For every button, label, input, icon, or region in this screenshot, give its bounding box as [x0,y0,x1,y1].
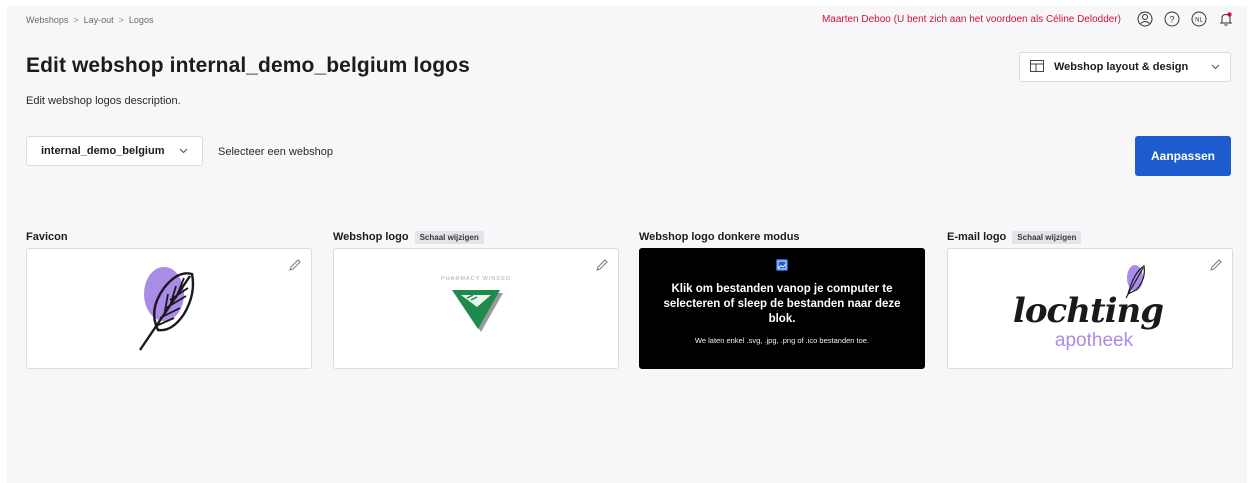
dark-logo-label: Webshop logo donkere modus [639,231,800,243]
webshop-select[interactable]: internal_demo_belgium [26,136,203,166]
dark-logo-section: Webshop logo donkere modus Klik om besta… [639,230,925,369]
dark-logo-dropzone[interactable]: Klik om bestanden vanop je computer te s… [639,248,925,369]
favicon-label: Favicon [26,231,68,243]
image-upload-icon [775,258,789,272]
leaf-logo-icon [134,260,204,357]
help-icon[interactable]: ? [1163,10,1181,28]
breadcrumb-webshops[interactable]: Webshops [26,15,68,25]
favicon-section: Favicon [26,230,312,369]
top-icons: ? NL [1136,10,1235,28]
lochting-logo-icon: lochting apotheek [1010,258,1170,359]
dropzone-instructions: Klik om bestanden vanop je computer te s… [663,283,901,325]
page-description: Edit webshop logos description. [26,95,181,107]
top-bar: Webshops > Lay-out > Logos Maarten Deboo… [7,6,1247,34]
email-logo-section: E-mail logo Schaal wijzigen lochting apo… [947,230,1233,369]
page-title: Edit webshop internal_demo_belgium logos [26,54,470,77]
edit-pencil-icon[interactable] [595,258,609,272]
breadcrumb-layout[interactable]: Lay-out [84,15,114,25]
webshop-logo-card[interactable]: PHARMACY WINDED [333,248,619,369]
edit-pencil-icon[interactable] [1209,258,1223,272]
layout-design-dropdown[interactable]: Webshop layout & design [1019,52,1231,82]
edit-pencil-icon[interactable] [288,258,302,272]
email-logo-card[interactable]: lochting apotheek [947,248,1233,369]
notification-bell-icon[interactable] [1217,10,1235,28]
page: Webshops > Lay-out > Logos Maarten Deboo… [7,6,1247,483]
breadcrumb-separator: > [73,15,79,25]
impersonation-notice[interactable]: Maarten Deboo (U bent zich aan het voord… [822,14,1121,25]
webshop-logo-section: Webshop logo Schaal wijzigen PHARMACY WI… [333,230,619,369]
favicon-card[interactable] [26,248,312,369]
dropzone-file-types: We laten enkel .svg, .jpg, .png of .ico … [694,336,870,345]
layout-design-label: Webshop layout & design [1054,61,1189,73]
layout-icon [1030,59,1044,75]
webshop-select-hint: Selecteer een webshop [218,146,333,158]
breadcrumb-separator: > [118,15,124,25]
webshop-logo-scale-badge[interactable]: Schaal wijzigen [414,230,484,244]
email-logo-label: E-mail logo [947,231,1007,243]
pharmacy-logo-text: PHARMACY WINDED [441,276,511,282]
language-icon[interactable]: NL [1190,10,1208,28]
language-code: NL [1195,18,1203,24]
breadcrumb: Webshops > Lay-out > Logos [26,15,153,25]
webshop-logo-label: Webshop logo [333,231,409,243]
email-logo-scale-badge[interactable]: Schaal wijzigen [1012,230,1082,244]
lochting-wordmark: lochting [1013,291,1163,331]
apotheek-wordmark: apotheek [1055,330,1134,351]
user-profile-icon[interactable] [1136,10,1154,28]
breadcrumb-logos[interactable]: Logos [129,15,154,25]
pharmacy-logo-icon: PHARMACY WINDED [431,271,521,346]
webshop-select-value: internal_demo_belgium [41,145,165,157]
save-button[interactable]: Aanpassen [1135,136,1231,176]
svg-text:?: ? [1169,15,1174,25]
chevron-down-icon [179,145,188,157]
chevron-down-icon [1211,61,1220,73]
